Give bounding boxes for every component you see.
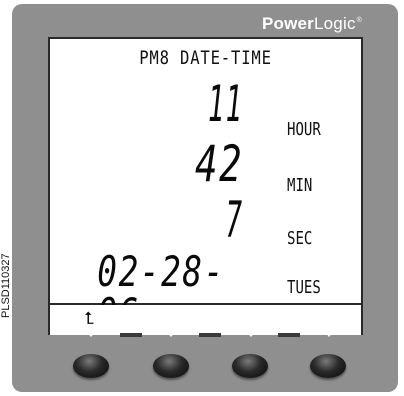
- weekday-label: TUES: [287, 277, 321, 298]
- divider-dash: [199, 333, 221, 337]
- divider-dash: [278, 333, 300, 337]
- softkey-2-indicator: [166, 331, 176, 337]
- softkey-4-button[interactable]: [310, 354, 346, 378]
- brand-light-text: Logic: [314, 14, 356, 33]
- divider-dash: [120, 333, 142, 337]
- softkey-3-indicator: [246, 331, 256, 337]
- softkey-1-indicator: [86, 331, 96, 337]
- screen-title: PM8 DATE-TIME: [139, 47, 272, 69]
- softkey-4-indicator: [324, 331, 334, 337]
- softkey-1-button[interactable]: [73, 354, 109, 378]
- brand-logo: PowerLogic®: [262, 14, 362, 34]
- image-code-label: PLSD110327: [0, 253, 12, 318]
- second-unit-label: SEC: [287, 228, 313, 249]
- softkey-3-button[interactable]: [232, 354, 268, 378]
- hour-value: 11: [207, 75, 243, 133]
- hour-unit-label: HOUR: [287, 119, 321, 140]
- lcd-display: PM8 DATE-TIME 11 HOUR 42 MIN 7 SEC 02-28…: [48, 37, 363, 335]
- minute-value: 42: [194, 135, 243, 193]
- minute-unit-label: MIN: [287, 175, 313, 196]
- brand-mark: ®: [356, 17, 362, 25]
- softkey-1-label: ⮤: [84, 309, 95, 329]
- brand-bold-text: Power: [261, 14, 314, 33]
- softkey-2-button[interactable]: [153, 354, 189, 378]
- second-value: 7: [225, 191, 243, 249]
